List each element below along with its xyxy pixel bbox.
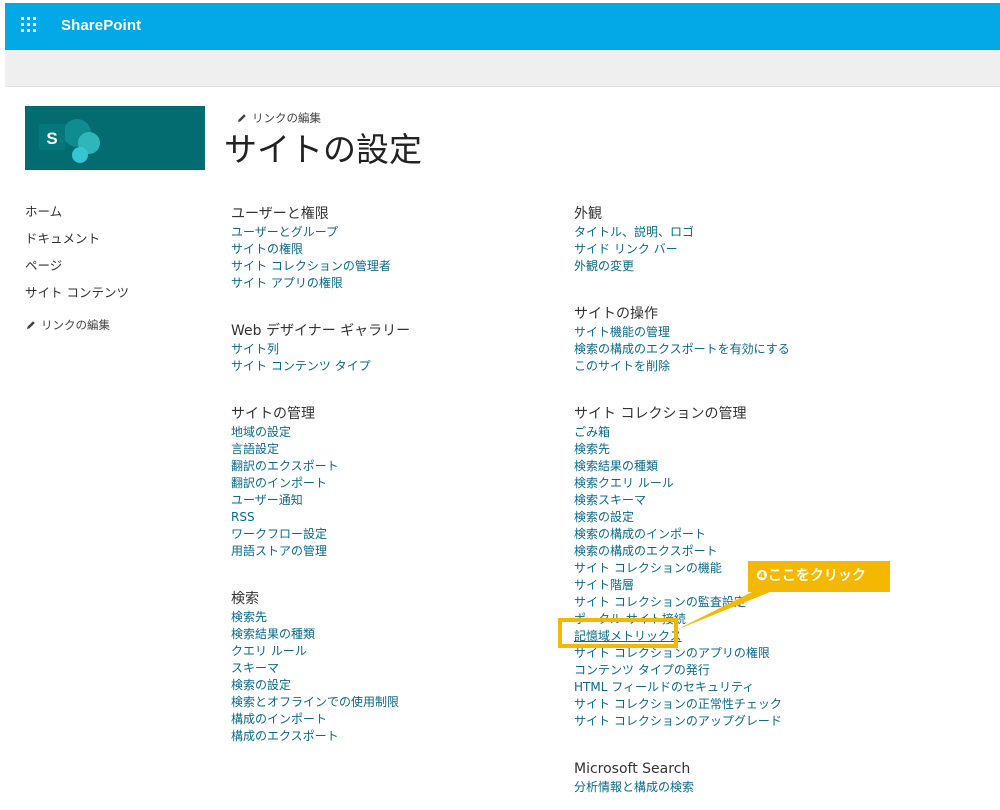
link-schema[interactable]: スキーマ [231,660,410,677]
app-name[interactable]: SharePoint [61,17,141,34]
link-rss[interactable]: RSS [231,509,410,526]
callout-number: ❹ [756,568,768,584]
link-search-result-types[interactable]: 検索結果の種類 [574,458,790,475]
link-title-description-logo[interactable]: タイトル、説明、ロゴ [574,224,790,241]
link-export-translations[interactable]: 翻訳のエクスポート [231,458,410,475]
command-bar [5,50,1000,87]
link-quick-launch[interactable]: サイド リンク バー [574,241,790,258]
section-title: サイト コレクションの管理 [574,406,747,422]
link-users-groups[interactable]: ユーザーとグループ [231,224,410,241]
link-workflow-settings[interactable]: ワークフロー設定 [231,526,410,543]
link-language-settings[interactable]: 言語設定 [231,441,410,458]
link-site-content-types[interactable]: サイト コンテンツ タイプ [231,358,410,375]
link-site-collection-admins[interactable]: サイト コレクションの管理者 [231,258,410,275]
link-search-result-sources[interactable]: 検索先 [574,441,790,458]
link-html-field-security[interactable]: HTML フィールドのセキュリティ [574,679,790,696]
edit-links-label: リンクの編集 [252,111,321,125]
link-import-configuration[interactable]: 構成のインポート [231,711,410,728]
section-site-administration: サイトの管理 地域の設定 言語設定 翻訳のエクスポート 翻訳のインポート ユーザ… [231,404,410,560]
link-content-type-publishing[interactable]: コンテンツ タイプの発行 [574,662,790,679]
nav-item-home[interactable]: ホーム [25,203,129,230]
link-search-insights[interactable]: 分析情報と構成の検索 [574,779,790,796]
site-logo[interactable]: S [25,106,205,170]
link-search-config-export[interactable]: 検索の構成のエクスポート [574,543,790,560]
link-search-settings-sc[interactable]: 検索の設定 [574,509,790,526]
link-query-rules[interactable]: クエリ ルール [231,643,410,660]
edit-links-label: リンクの編集 [41,318,110,332]
link-recycle-bin[interactable]: ごみ箱 [574,424,790,441]
link-health-checks[interactable]: サイト コレクションの正常性チェック [574,696,790,713]
link-search-offline[interactable]: 検索とオフラインでの使用制限 [231,694,410,711]
link-search-config-import[interactable]: 検索の構成のインポート [574,526,790,543]
pencil-icon [238,114,246,122]
suite-bar: SharePoint [5,3,1000,50]
link-import-translations[interactable]: 翻訳のインポート [231,475,410,492]
section-title: Microsoft Search [574,761,691,777]
section-title: サイトの操作 [574,306,658,322]
section-title: ユーザーと権限 [231,206,329,222]
link-result-types[interactable]: 検索結果の種類 [231,626,410,643]
link-search-settings[interactable]: 検索の設定 [231,677,410,694]
link-enable-search-export[interactable]: 検索の構成のエクスポートを有効にする [574,341,790,358]
link-search-query-rules[interactable]: 検索クエリ ルール [574,475,790,492]
callout-text: ここをクリック [767,568,866,584]
link-regional-settings[interactable]: 地域の設定 [231,424,410,441]
nav-item-documents[interactable]: ドキュメント [25,230,129,257]
waffle-icon[interactable] [21,17,41,37]
left-navigation: ホーム ドキュメント ページ サイト コンテンツ リンクの編集 [25,203,129,333]
link-site-app-permissions[interactable]: サイト アプリの権限 [231,275,410,292]
section-title: 外観 [574,206,602,222]
callout-label: ❹ここをクリック [748,561,890,592]
link-user-alerts[interactable]: ユーザー通知 [231,492,410,509]
section-web-designer-galleries: Web デザイナー ギャラリー サイト列 サイト コンテンツ タイプ [231,321,410,375]
link-manage-site-features[interactable]: サイト機能の管理 [574,324,790,341]
link-change-look[interactable]: 外観の変更 [574,258,790,275]
nav-item-pages[interactable]: ページ [25,257,129,284]
section-search: 検索 検索先 検索結果の種類 クエリ ルール スキーマ 検索の設定 検索とオフラ… [231,589,410,745]
link-audit-settings[interactable]: サイト コレクションの監査設定 [574,594,790,611]
page-title: サイトの設定 [224,130,422,169]
link-delete-site[interactable]: このサイトを削除 [574,358,790,375]
link-site-permissions[interactable]: サイトの権限 [231,241,410,258]
logo-letter: S [46,129,57,148]
edit-links-nav[interactable]: リンクの編集 [25,317,129,333]
sharepoint-logo-icon: S [39,119,100,163]
link-result-sources[interactable]: 検索先 [231,609,410,626]
section-microsoft-search: Microsoft Search 分析情報と構成の検索 [574,759,790,796]
link-search-schema[interactable]: 検索スキーマ [574,492,790,509]
section-site-actions: サイトの操作 サイト機能の管理 検索の構成のエクスポートを有効にする このサイト… [574,304,790,375]
section-users-permissions: ユーザーと権限 ユーザーとグループ サイトの権限 サイト コレクションの管理者 … [231,204,410,292]
settings-column-right: 外観 タイトル、説明、ロゴ サイド リンク バー 外観の変更 サイトの操作 サイ… [574,204,790,796]
section-title: 検索 [231,591,259,607]
highlight-box [558,618,678,648]
section-look-and-feel: 外観 タイトル、説明、ロゴ サイド リンク バー 外観の変更 [574,204,790,275]
link-site-columns[interactable]: サイト列 [231,341,410,358]
section-title: Web デザイナー ギャラリー [231,323,411,339]
nav-item-site-contents[interactable]: サイト コンテンツ [25,284,129,311]
link-export-configuration[interactable]: 構成のエクスポート [231,728,410,745]
edit-links-header[interactable]: リンクの編集 [236,110,321,126]
link-site-collection-upgrade[interactable]: サイト コレクションのアップグレード [574,713,790,730]
section-title: サイトの管理 [231,406,315,422]
link-term-store[interactable]: 用語ストアの管理 [231,543,410,560]
settings-column-left: ユーザーと権限 ユーザーとグループ サイトの権限 サイト コレクションの管理者 … [231,204,410,745]
pencil-icon [27,321,35,329]
